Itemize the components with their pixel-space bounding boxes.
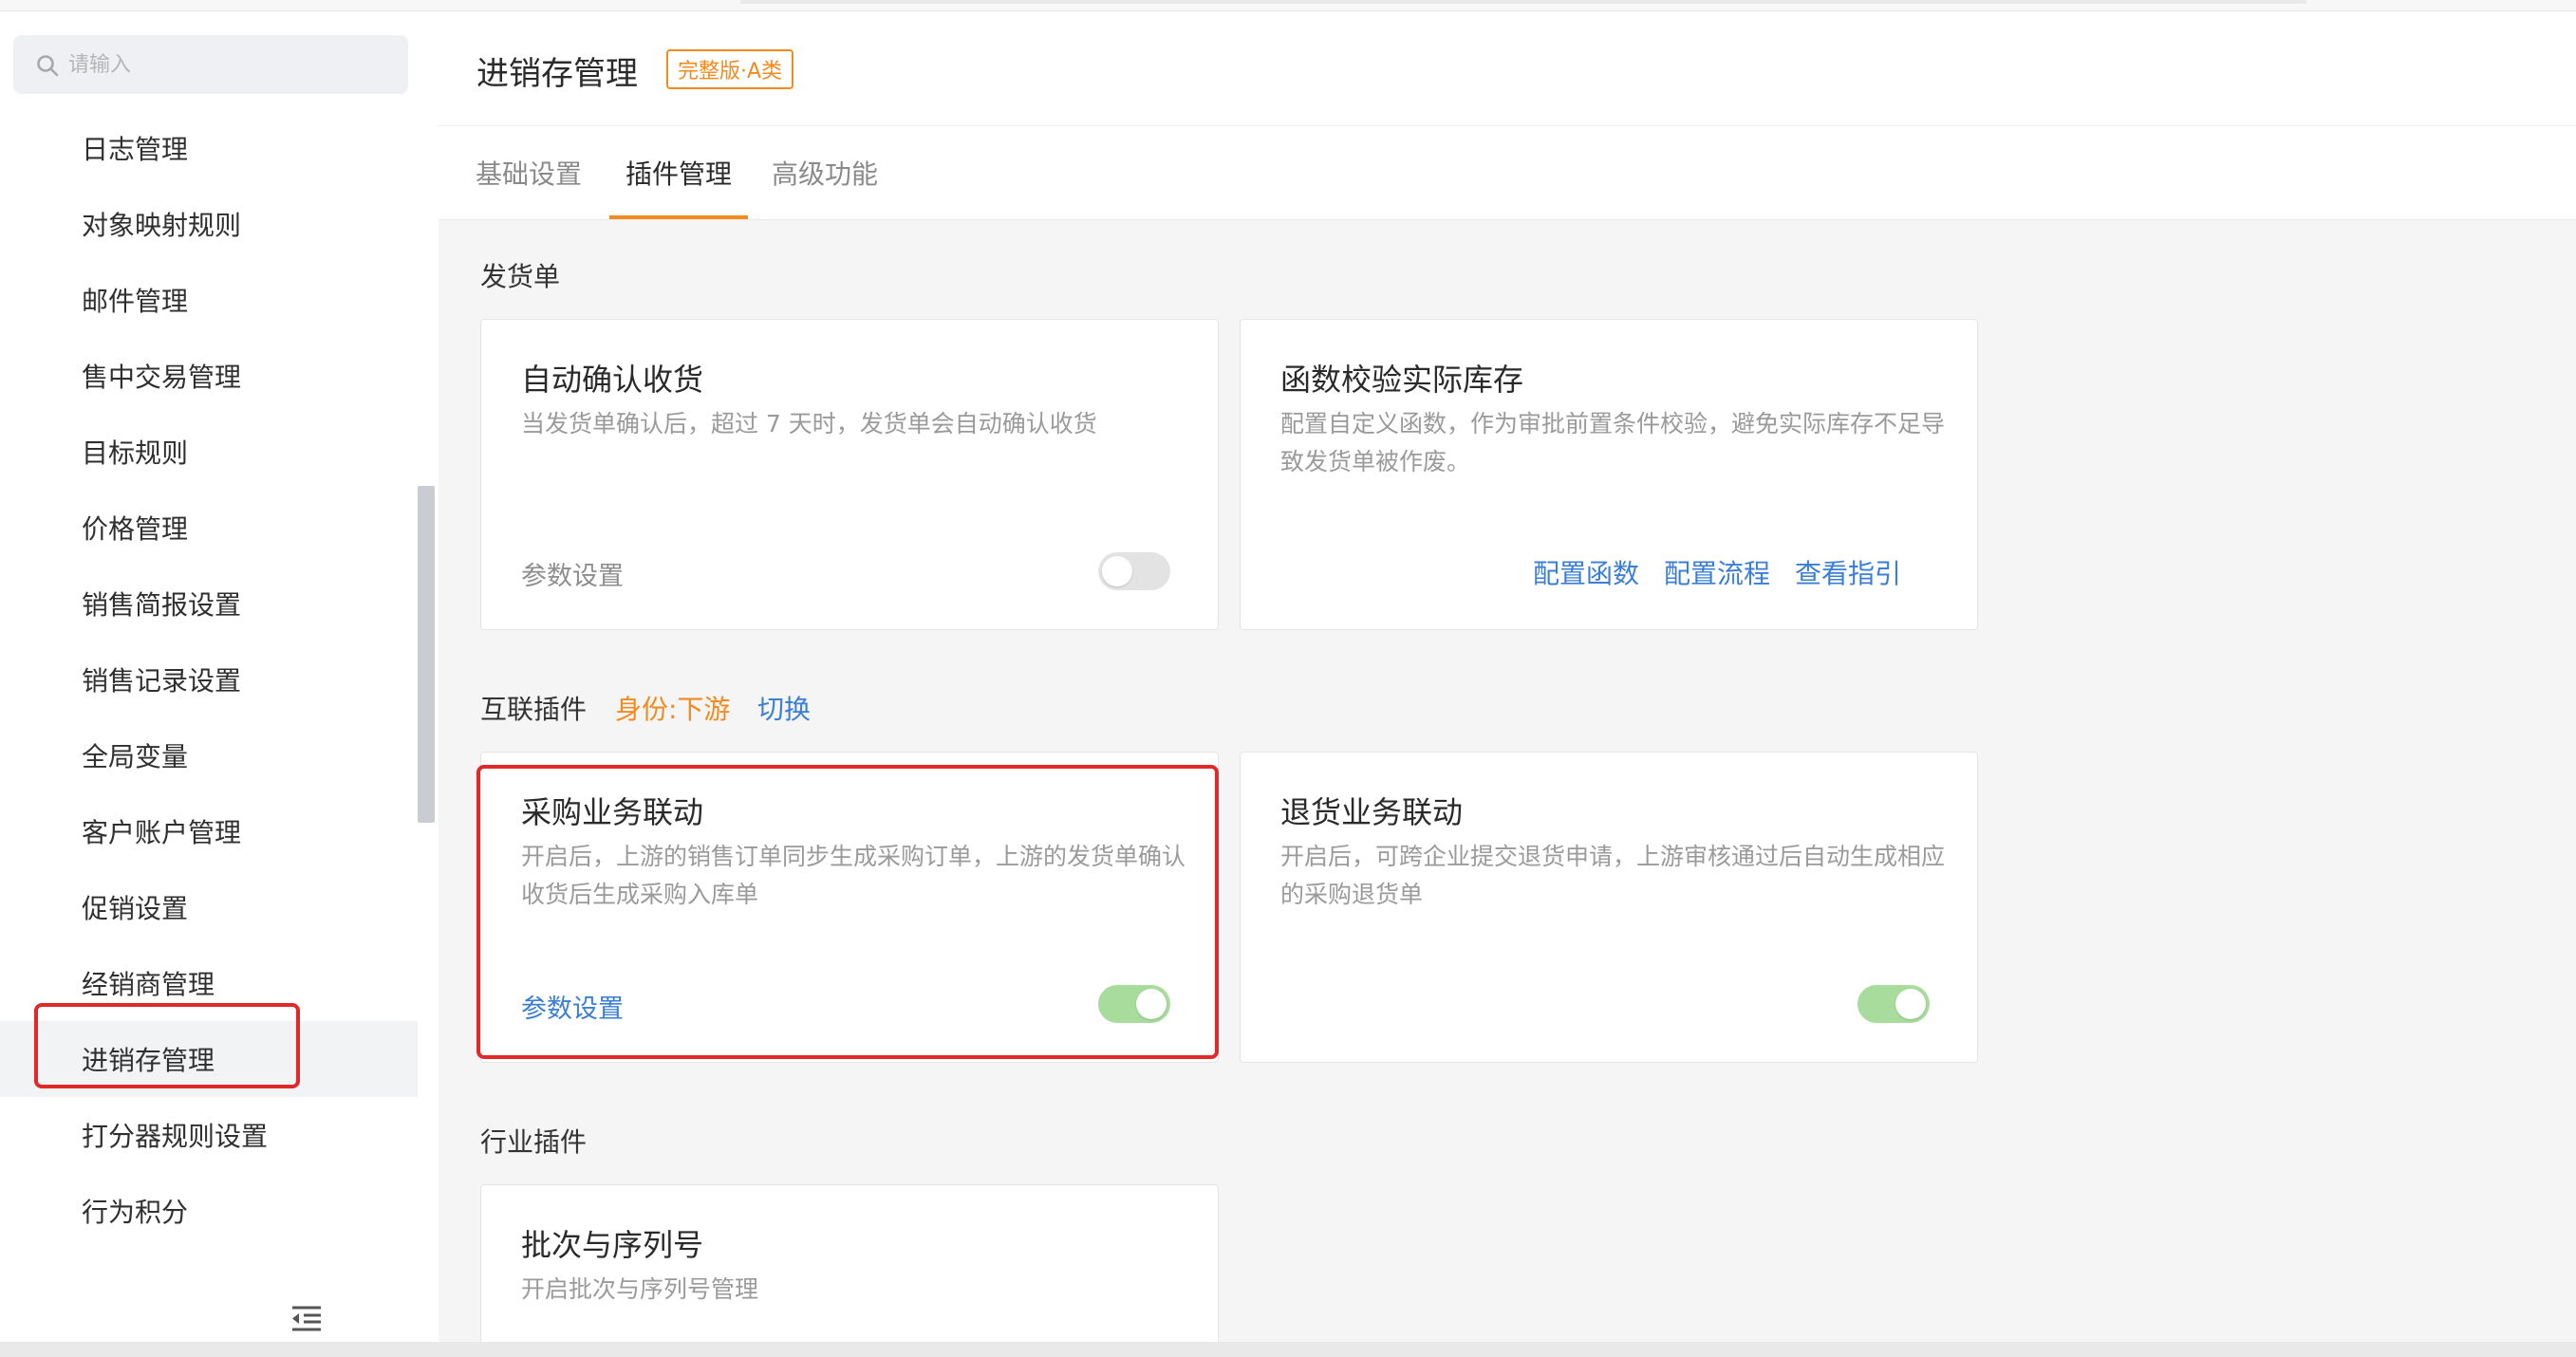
sidebar-item-behavior-points[interactable]: 行为积分: [0, 1173, 418, 1249]
switch-identity-link[interactable]: 切换: [757, 689, 811, 727]
sidebar-item-in-sale-trade[interactable]: 售中交易管理: [0, 338, 418, 414]
toggle-knob: [1102, 556, 1132, 586]
sidebar-item-sales-record[interactable]: 销售记录设置: [0, 641, 418, 717]
edition-badge: 完整版·A类: [666, 49, 794, 89]
card-title: 函数校验实际库存: [1280, 362, 1524, 398]
card-description: 开启批次与序列号管理: [521, 1275, 759, 1303]
toggle-knob: [1895, 989, 1926, 1019]
top-strip-bar: [740, 0, 2306, 4]
configure-function-link[interactable]: 配置函数: [1533, 553, 1639, 591]
search-box[interactable]: [13, 35, 408, 94]
window-bottom-strip: [0, 1342, 2576, 1357]
sidebar-scrollbar[interactable]: [418, 486, 435, 823]
plugin-card-function-stock-check: 函数校验实际库存 配置自定义函数，作为审批前置条件校验，避免实际库存不足导致发货…: [1240, 319, 1978, 630]
sidebar-item-price[interactable]: 价格管理: [0, 490, 418, 566]
card-title: 批次与序列号: [521, 1227, 704, 1263]
page-title: 进销存管理: [476, 55, 638, 93]
plugin-card-batch-serial: 批次与序列号 开启批次与序列号管理: [480, 1184, 1219, 1357]
plugin-card-return-linkage: 退货业务联动 开启后，可跨企业提交退货申请，上游审核通过后自动生成相应的采购退货…: [1240, 752, 1978, 1063]
sidebar-item-object-mapping[interactable]: 对象映射规则: [0, 186, 418, 262]
plugin-content: 发货单 自动确认收货 当发货单确认后，超过 7 天时，发货单会自动确认收货 参数…: [439, 220, 2576, 1357]
sidebar: 日志管理 对象映射规则 邮件管理 售中交易管理 目标规则 价格管理 销售简报设置…: [0, 11, 439, 1357]
plugin-card-auto-confirm: 自动确认收货 当发货单确认后，超过 7 天时，发货单会自动确认收货 参数设置: [480, 319, 1219, 630]
collapse-sidebar-icon[interactable]: [290, 1304, 323, 1332]
sidebar-item-log[interactable]: 日志管理: [0, 110, 418, 186]
window-top-strip: [0, 0, 2576, 11]
section-title-interconnect: 互联插件: [480, 694, 588, 725]
sidebar-item-customer-account[interactable]: 客户账户管理: [0, 793, 418, 869]
search-input[interactable]: [68, 35, 391, 94]
search-icon: [37, 55, 59, 77]
return-linkage-toggle[interactable]: [1857, 985, 1930, 1023]
main-area: 进销存管理 完整版·A类 基础设置 插件管理 高级功能 发货单 自动确认收货 当…: [439, 11, 2576, 1357]
sidebar-item-marketing-attribution[interactable]: 营销归因设置: [0, 1249, 418, 1273]
card-link-group: 配置函数 配置流程 查看指引: [1533, 553, 1901, 591]
tab-basic-settings[interactable]: 基础设置: [467, 126, 590, 219]
card-title: 自动确认收货: [521, 362, 704, 398]
sidebar-item-mail[interactable]: 邮件管理: [0, 262, 418, 338]
sidebar-item-dealer[interactable]: 经销商管理: [0, 945, 418, 1021]
param-settings-label: 参数设置: [521, 562, 624, 591]
card-description: 开启后，上游的销售订单同步生成采购订单，上游的发货单确认收货后生成采购入库单: [521, 843, 1186, 908]
sidebar-item-promotion[interactable]: 促销设置: [0, 869, 418, 945]
section-title-industry: 行业插件: [480, 1126, 588, 1158]
card-description: 开启后，可跨企业提交退货申请，上游审核通过后自动生成相应的采购退货单: [1280, 843, 1946, 908]
sidebar-menu: 日志管理 对象映射规则 邮件管理 售中交易管理 目标规则 价格管理 销售简报设置…: [0, 106, 418, 1273]
view-guide-link[interactable]: 查看指引: [1795, 553, 1901, 591]
sidebar-item-inventory[interactable]: 进销存管理: [0, 1021, 418, 1097]
card-description: 当发货单确认后，超过 7 天时，发货单会自动确认收货: [521, 410, 1097, 437]
plugin-card-purchase-linkage: 采购业务联动 开启后，上游的销售订单同步生成采购订单，上游的发货单确认收货后生成…: [480, 752, 1219, 1063]
sidebar-item-global-vars[interactable]: 全局变量: [0, 717, 418, 793]
sidebar-item-sales-brief[interactable]: 销售简报设置: [0, 566, 418, 641]
sidebar-item-scorer-rules[interactable]: 打分器规则设置: [0, 1097, 418, 1173]
tab-advanced[interactable]: 高级功能: [763, 126, 887, 219]
page-header: 进销存管理 完整版·A类: [439, 11, 2576, 125]
purchase-linkage-toggle[interactable]: [1098, 985, 1170, 1023]
tab-bar: 基础设置 插件管理 高级功能: [439, 125, 2576, 220]
auto-confirm-toggle[interactable]: [1098, 552, 1170, 590]
sidebar-item-target-rules[interactable]: 目标规则: [0, 414, 418, 490]
configure-flow-link[interactable]: 配置流程: [1664, 553, 1770, 591]
card-title: 采购业务联动: [521, 794, 704, 830]
section-title-delivery: 发货单: [480, 261, 561, 292]
card-title: 退货业务联动: [1280, 794, 1464, 830]
card-description: 配置自定义函数，作为审批前置条件校验，避免实际库存不足导致发货单被作废。: [1280, 410, 1946, 475]
tab-plugin-management[interactable]: 插件管理: [609, 126, 748, 219]
identity-label: 身份:下游: [615, 694, 731, 725]
toggle-knob: [1136, 989, 1167, 1019]
param-settings-link[interactable]: 参数设置: [521, 988, 624, 1025]
